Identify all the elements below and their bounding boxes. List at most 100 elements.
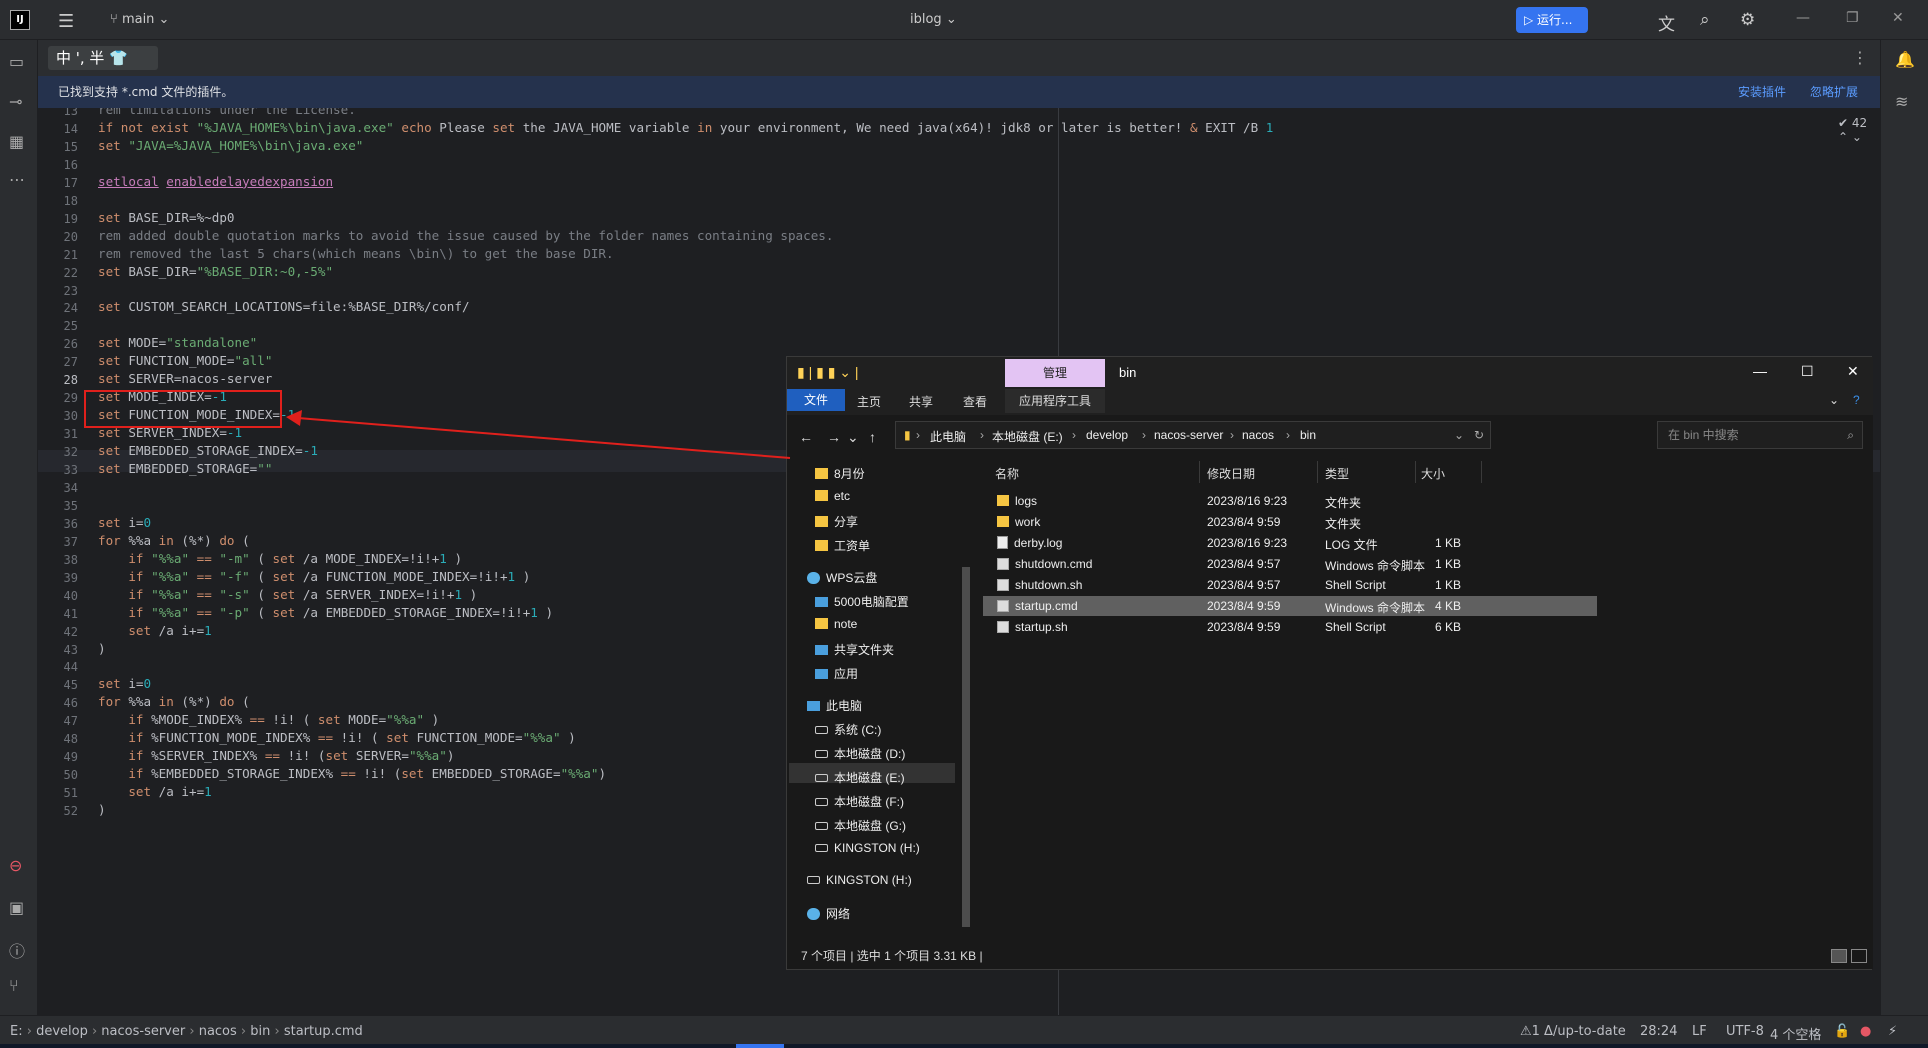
nav-item[interactable]: 本地磁盘 (G:) [815,817,906,834]
large-icons-view-icon[interactable] [1851,949,1867,963]
file-row[interactable]: shutdown.sh 2023/8/4 9:57 Shell Script 1 KB [983,575,1597,595]
code-line[interactable]: set CUSTOM_SEARCH_LOCATIONS=file:%BASE_D… [98,299,470,314]
quick-access-toolbar[interactable]: ▮ | ▮ ▮ ⌄ | [797,364,859,381]
line-number[interactable]: 19 [38,212,78,226]
recent-dropdown-icon[interactable]: ⌄ [847,429,859,446]
column-size[interactable]: 大小 [1421,465,1445,482]
line-number[interactable]: 41 [38,607,78,621]
code-line[interactable]: rem limitations under the License. [98,108,356,117]
code-line[interactable]: rem added double quotation marks to avoi… [98,228,833,243]
notifications-icon[interactable]: 🔔 [1895,50,1915,69]
status-crumb[interactable]: startup.cmd [284,1024,363,1039]
details-view-icon[interactable] [1831,949,1847,963]
power-save-icon[interactable]: ⚡ [1888,1024,1897,1039]
minimize-icon[interactable]: — [1796,10,1810,26]
line-number[interactable]: 49 [38,750,78,764]
line-number[interactable]: 21 [38,248,78,262]
file-row[interactable]: derby.log 2023/8/16 9:23 LOG 文件 1 KB [983,533,1597,553]
code-line[interactable]: if "%%a" == "-p" ( set /a EMBEDDED_STORA… [98,605,553,620]
explorer-close-icon[interactable]: ✕ [1847,363,1859,380]
nav-item[interactable]: 网络 [807,905,850,922]
nav-item[interactable]: 本地磁盘 (F:) [815,793,904,810]
nav-item[interactable]: 分享 [815,513,858,530]
address-dropdown-icon[interactable]: ⌄ [1454,428,1464,442]
code-line[interactable]: if "%%a" == "-m" ( set /a MODE_INDEX=!i!… [98,551,462,566]
line-number[interactable]: 29 [38,391,78,405]
line-number[interactable]: 24 [38,301,78,315]
vcs-status[interactable]: ⚠1 Δ/up-to-date [1520,1024,1626,1039]
forward-icon[interactable]: → [827,429,841,445]
inspection-widget[interactable]: ✔ 42 ⌃ ⌄ [1838,116,1880,144]
code-line[interactable]: if "%%a" == "-f" ( set /a FUNCTION_MODE_… [98,569,530,584]
line-number[interactable]: 32 [38,445,78,459]
line-number[interactable]: 36 [38,517,78,531]
line-number[interactable]: 34 [38,481,78,495]
code-line[interactable]: set /a i+=1 [98,784,211,799]
nav-item[interactable]: etc [815,489,850,503]
code-line[interactable]: if %SERVER_INDEX% == !i! (set SERVER="%%… [98,748,454,763]
line-number[interactable]: 45 [38,678,78,692]
crumb-this-pc[interactable]: 此电脑 [930,428,966,445]
ribbon-expand-icon[interactable]: ⌄ [1829,393,1839,407]
caret-position[interactable]: 28:24 [1640,1024,1677,1039]
line-number[interactable]: 33 [38,463,78,477]
nav-item[interactable]: WPS云盘 [807,569,877,586]
line-number[interactable]: 47 [38,714,78,728]
line-number[interactable]: 17 [38,176,78,190]
status-crumb[interactable]: nacos [199,1024,237,1039]
explorer-minimize-icon[interactable]: — [1753,363,1767,379]
close-icon[interactable]: ✕ [1892,10,1904,26]
code-line[interactable]: if %MODE_INDEX% == !i! ( set MODE="%%a" … [98,712,439,727]
column-divider[interactable] [1481,461,1482,483]
nav-item[interactable]: 共享文件夹 [815,641,894,658]
code-line[interactable]: set i=0 [98,515,151,530]
line-number[interactable]: 35 [38,499,78,513]
line-number[interactable]: 44 [38,660,78,674]
indent-setting[interactable]: 4 个空格 [1770,1024,1821,1043]
nav-item[interactable]: 5000电脑配置 [815,593,909,610]
line-number[interactable]: 40 [38,589,78,603]
refresh-icon[interactable]: ↻ [1474,428,1484,442]
structure-icon[interactable]: ▦ [9,132,24,151]
ignore-extension-link[interactable]: 忽略扩展 [1810,76,1858,108]
nav-item[interactable]: note [815,617,857,631]
code-line[interactable]: if %FUNCTION_MODE_INDEX% == !i! ( set FU… [98,730,575,745]
file-row[interactable]: work 2023/8/4 9:59 文件夹 [983,512,1597,532]
nav-item[interactable]: KINGSTON (H:) [807,873,912,887]
line-number[interactable]: 22 [38,266,78,280]
line-number[interactable]: 25 [38,319,78,333]
file-row[interactable]: startup.cmd 2023/8/4 9:59 Windows 命令脚本 4 KB [983,596,1597,616]
code-line[interactable]: ) [98,802,106,817]
file-row[interactable]: shutdown.cmd 2023/8/4 9:57 Windows 命令脚本 1 K… [983,554,1597,574]
code-line[interactable]: set EMBEDDED_STORAGE_INDEX=-1 [98,443,318,458]
code-line[interactable]: setlocal enabledelayedexpansion [98,174,333,189]
terminal-icon[interactable]: ▣ [9,898,24,917]
nav-item[interactable]: 本地磁盘 (E:) [815,769,905,786]
file-row[interactable]: logs 2023/8/16 9:23 文件夹 [983,491,1597,511]
line-number[interactable]: 43 [38,643,78,657]
code-line[interactable]: if %EMBEDDED_STORAGE_INDEX% == !i! (set … [98,766,606,781]
line-number[interactable]: 28 [38,373,78,387]
line-number[interactable]: 18 [38,194,78,208]
code-line[interactable]: for %%a in (%*) do ( [98,533,250,548]
line-number[interactable]: 23 [38,284,78,298]
database-icon[interactable]: ≋ [1895,92,1908,111]
column-type[interactable]: 类型 [1325,465,1349,482]
search-icon[interactable]: ⌕ [1700,10,1710,30]
line-number[interactable]: 30 [38,409,78,423]
line-number[interactable]: 14 [38,122,78,136]
line-number[interactable]: 26 [38,337,78,351]
nav-item[interactable]: 工资单 [815,537,870,554]
translate-icon[interactable]: 文 [1658,10,1675,35]
line-separator[interactable]: LF [1692,1024,1707,1039]
code-line[interactable]: if not exist "%JAVA_HOME%\bin\java.exe" … [98,120,1273,135]
line-number[interactable]: 52 [38,804,78,818]
file-row[interactable]: startup.sh 2023/8/4 9:59 Shell Script 6 KB [983,617,1597,637]
code-line[interactable]: set BASE_DIR=%~dp0 [98,210,234,225]
nav-scrollbar-thumb[interactable] [962,567,970,927]
problems-icon[interactable]: ⓘ [9,938,25,962]
hamburger-icon[interactable]: ☰ [58,11,74,32]
restore-icon[interactable]: ❐ [1846,10,1859,26]
ribbon-tab-app-tools[interactable]: 应用程序工具 [1005,389,1105,413]
gear-icon[interactable]: ⚙ [1740,10,1755,30]
